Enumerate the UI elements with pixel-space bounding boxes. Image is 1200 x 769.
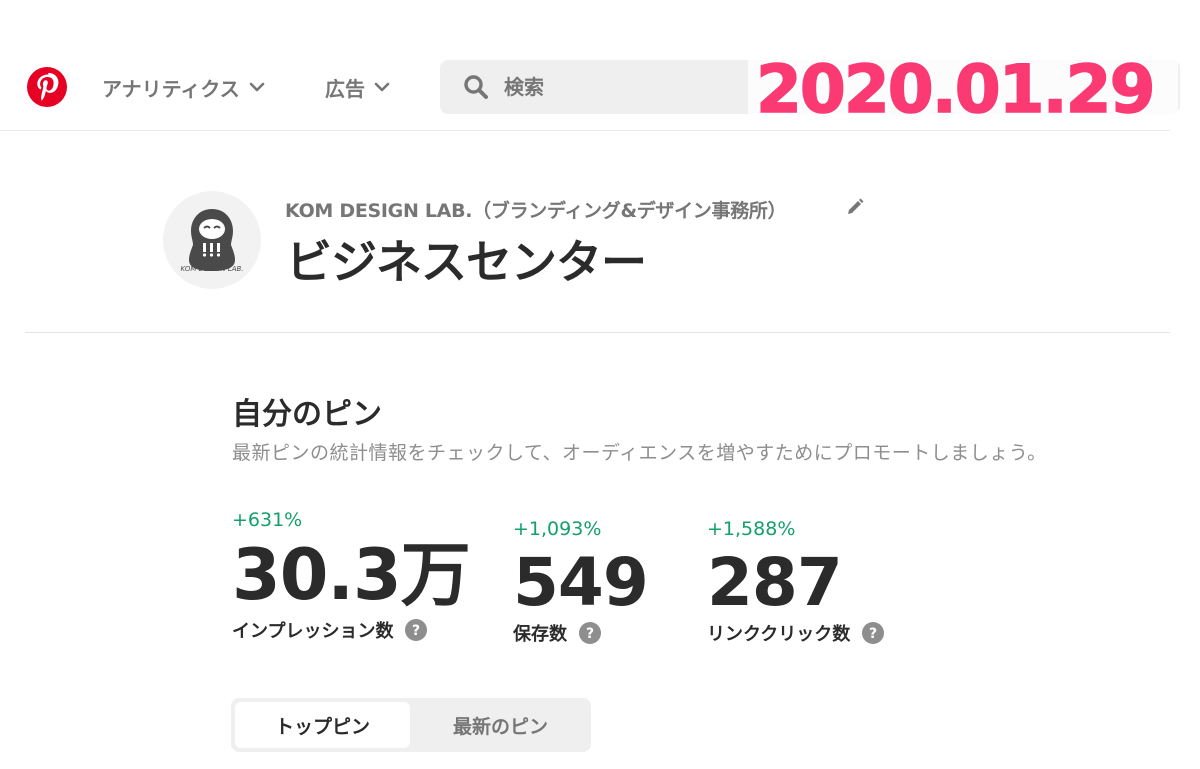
pin-tabs: トップピン 最新のピン: [231, 698, 591, 752]
section-divider: [25, 332, 1170, 333]
stat-label: インプレッション数: [232, 621, 394, 642]
stat-value: 287: [707, 544, 843, 621]
stat-label: リンククリック数: [707, 624, 851, 645]
stat-value: 30.3万: [232, 534, 471, 616]
my-pins-title: 自分のピン: [232, 397, 382, 432]
pinterest-logo-icon[interactable]: [26, 66, 68, 108]
account-name: KOM DESIGN LAB.（ブランディング&デザイン事務所）: [285, 200, 787, 222]
stat-value: 549: [513, 544, 649, 621]
avatar[interactable]: KOM DESIGN LAB.: [163, 191, 261, 289]
avatar-text: KOM DESIGN LAB.: [180, 265, 243, 273]
my-pins-subtitle: 最新ピンの統計情報をチェックして、オーディエンスを増やすためにプロモートしましょ…: [232, 442, 1047, 464]
stat-impressions: +631% 30.3万 インプレッション数 ?: [232, 509, 471, 643]
stat-label-row: リンククリック数 ?: [707, 620, 885, 646]
help-icon[interactable]: ?: [862, 622, 885, 644]
stat-label-row: 保存数 ?: [513, 620, 648, 646]
page-title: ビジネスセンター: [286, 235, 647, 289]
tab-top-pins[interactable]: トップピン: [235, 702, 410, 748]
stat-change: +1,588%: [707, 518, 796, 540]
stat-change: +1,093%: [513, 518, 602, 540]
help-icon[interactable]: ?: [579, 622, 601, 644]
daruma-logo-icon: KOM DESIGN LAB.: [180, 209, 244, 273]
svg-text:?: ?: [412, 623, 420, 639]
chevron-down-icon: [374, 82, 390, 92]
nav-analytics[interactable]: アナリティクス: [102, 70, 266, 104]
tab-latest-pins[interactable]: 最新のピン: [414, 702, 587, 748]
stat-change: +631%: [232, 509, 303, 531]
stat-label-row: インプレッション数 ?: [232, 617, 470, 643]
date-overlay: 2020.01.29: [755, 51, 1156, 129]
nav-analytics-label: アナリティクス: [102, 76, 240, 101]
search-icon: [464, 75, 488, 99]
stat-link-clicks: +1,588% 287 リンククリック数 ?: [707, 518, 885, 646]
pencil-icon[interactable]: [844, 196, 866, 218]
stat-saves: +1,093% 549 保存数 ?: [513, 518, 649, 646]
header-divider: [0, 130, 1170, 131]
help-icon[interactable]: ?: [405, 619, 428, 641]
top-bar: アナリティクス 広告 2020.01.29: [0, 0, 1180, 131]
chevron-down-icon: [249, 82, 265, 92]
svg-text:?: ?: [869, 626, 877, 642]
nav-ads-label: 広告: [325, 76, 365, 101]
svg-text:?: ?: [586, 626, 594, 642]
stat-label: 保存数: [513, 624, 567, 645]
nav-ads[interactable]: 広告: [325, 70, 391, 104]
